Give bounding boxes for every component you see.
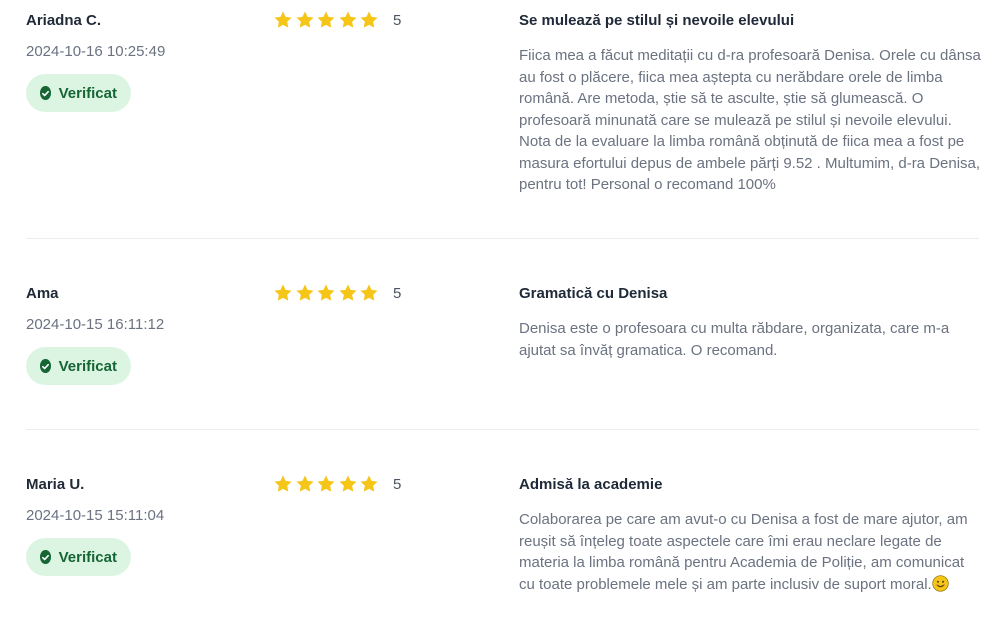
verified-badge: Verificat: [26, 347, 131, 385]
star-icon: [338, 283, 358, 303]
verified-badge-label: Verificat: [58, 357, 117, 375]
review-title: Se mulează pe stilul și nevoile elevului: [519, 12, 795, 29]
check-circle-icon: [40, 86, 51, 100]
verified-badge-label: Verificat: [58, 548, 117, 566]
star-icon: [316, 10, 336, 30]
star-icon: [316, 283, 336, 303]
verified-badge: Verificat: [26, 74, 131, 112]
check-circle-icon: [40, 550, 51, 564]
star-icon: [273, 10, 293, 30]
review-body: Colaborarea pe care am avut-o cu Denisa …: [519, 509, 981, 595]
review-divider: [26, 238, 979, 239]
review-title: Admisă la academie: [519, 476, 663, 493]
review-title: Gramatică cu Denisa: [519, 285, 668, 302]
star-icon: [338, 474, 358, 494]
verified-badge: Verificat: [26, 538, 131, 576]
review-date: 2024-10-15 15:11:04: [26, 507, 165, 524]
review-author: Ama: [26, 285, 59, 302]
star-icon: [295, 474, 315, 494]
review-author: Maria U.: [26, 476, 85, 493]
review-divider: [26, 429, 979, 430]
review-author: Ariadna C.: [26, 12, 102, 29]
review-date: 2024-10-16 10:25:49: [26, 43, 166, 60]
review-body-text: Colaborarea pe care am avut-o cu Denisa …: [519, 511, 968, 593]
star-icon: [273, 283, 293, 303]
star-icon: [295, 10, 315, 30]
star-rating: [273, 283, 381, 303]
star-icon: [273, 474, 293, 494]
star-icon: [316, 474, 336, 494]
rating-value: 5: [393, 285, 402, 302]
review-date: 2024-10-15 16:11:12: [26, 316, 165, 333]
rating-value: 5: [393, 476, 402, 493]
star-icon: [359, 10, 379, 30]
star-rating: [273, 474, 381, 494]
review-body: Denisa este o profesoara cu multa răbdar…: [519, 320, 950, 359]
rating-value: 5: [393, 12, 402, 29]
verified-badge-label: Verificat: [58, 84, 117, 102]
star-icon: [295, 283, 315, 303]
check-circle-icon: [40, 359, 51, 373]
star-icon: [338, 10, 358, 30]
star-rating: [273, 10, 381, 30]
star-icon: [359, 283, 379, 303]
smiling-face-emoji: [932, 574, 949, 592]
review-body: Fiica mea a făcut meditații cu d-ra prof…: [519, 47, 981, 193]
star-icon: [359, 474, 379, 494]
reviews-list: Ariadna C. 2024-10-16 10:25:49 Verificat…: [0, 0, 1000, 622]
